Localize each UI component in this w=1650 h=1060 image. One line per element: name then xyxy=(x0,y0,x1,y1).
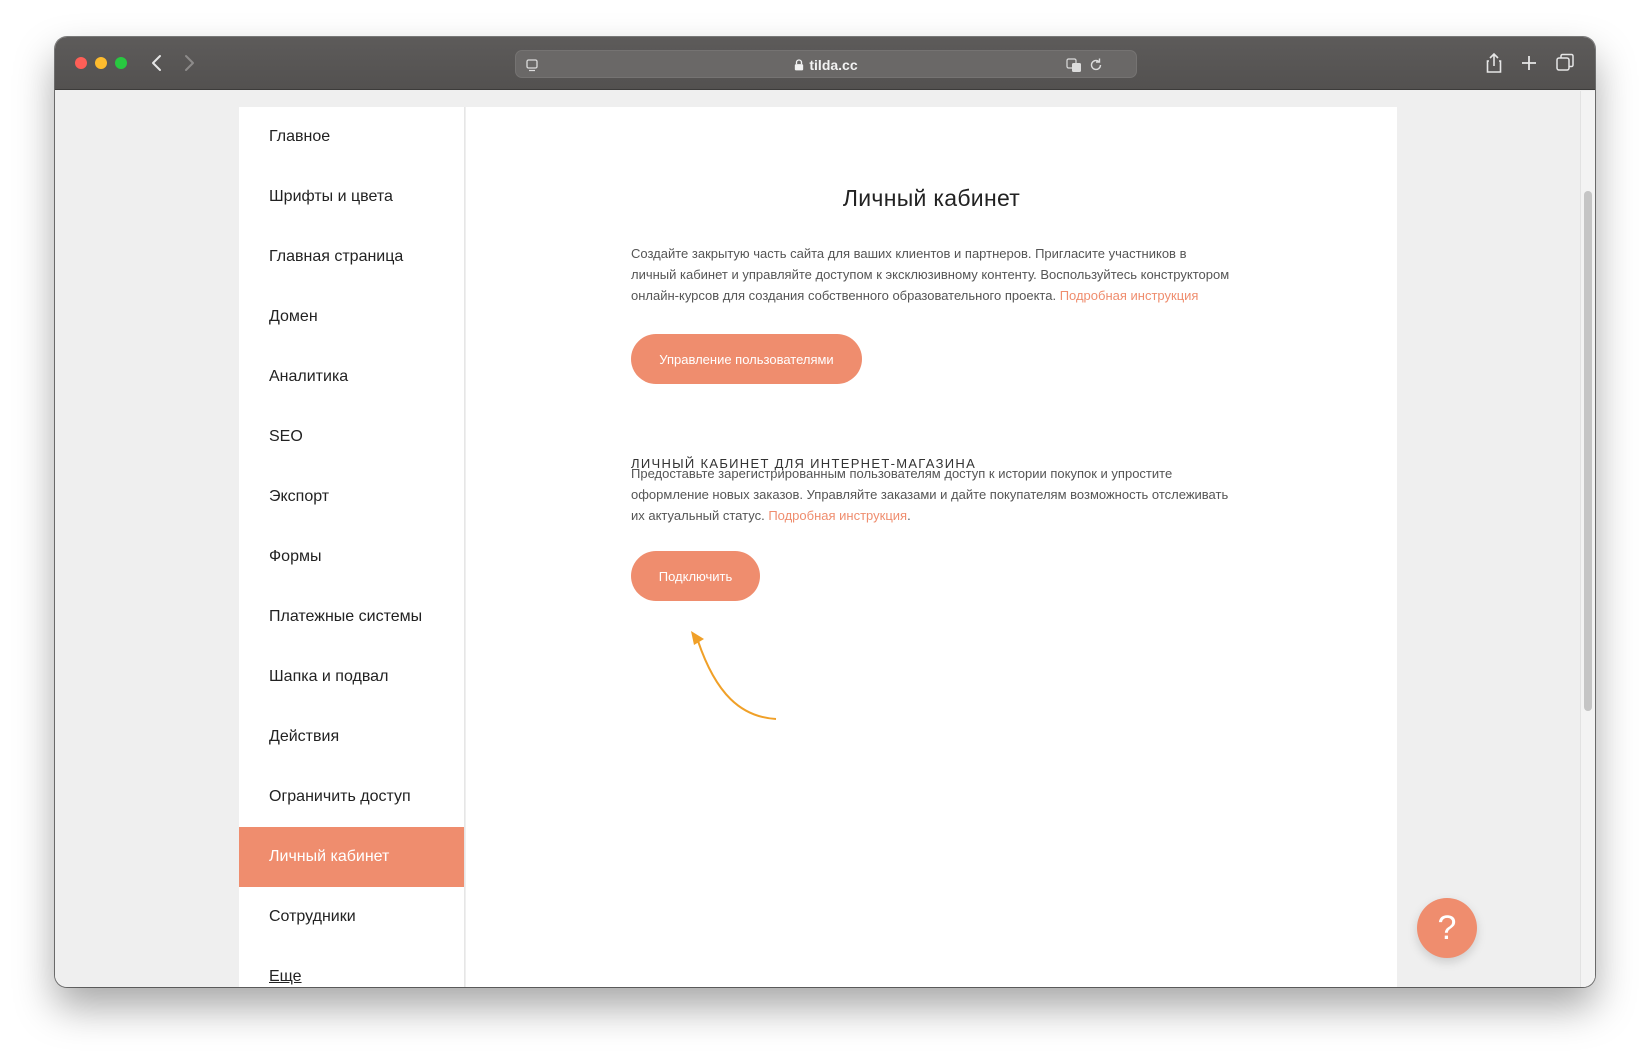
scrollbar-thumb[interactable] xyxy=(1584,191,1592,711)
chevron-right-icon xyxy=(185,55,194,71)
plus-icon[interactable] xyxy=(1515,49,1543,77)
intro-text: Создайте закрытую часть сайта для ваших … xyxy=(631,243,1231,306)
close-window-button[interactable] xyxy=(75,57,87,69)
browser-window: tilda.cc Главное Шрифты и цвета Главная ст… xyxy=(55,37,1595,987)
sidebar-item[interactable]: Ограничить доступ xyxy=(239,767,464,827)
minimize-window-button[interactable] xyxy=(95,57,107,69)
url-text: tilda.cc xyxy=(516,57,1136,74)
annotation-arrow-icon xyxy=(691,631,777,720)
sidebar-item[interactable]: Экспорт xyxy=(239,467,464,527)
sidebar-item[interactable]: Личный кабинет xyxy=(239,827,464,887)
shop-instructions-link[interactable]: Подробная инструкция xyxy=(768,508,907,523)
shop-section-text: Предоставьте зарегистрированным пользова… xyxy=(631,463,1231,526)
tabs-icon[interactable] xyxy=(1551,49,1579,77)
sidebar-item[interactable]: Платежные системы xyxy=(239,587,464,647)
manage-users-button[interactable]: Управление пользователями xyxy=(631,334,862,384)
chevron-left-icon xyxy=(152,55,161,71)
sidebar-item[interactable]: Действия xyxy=(239,707,464,767)
share-icon[interactable] xyxy=(1480,49,1508,77)
intro-instructions-link[interactable]: Подробная инструкция xyxy=(1060,288,1199,303)
back-button[interactable] xyxy=(143,49,171,77)
url-label: tilda.cc xyxy=(809,57,858,73)
sidebar-item[interactable]: Еще xyxy=(239,947,464,987)
browser-toolbar: tilda.cc xyxy=(55,37,1595,90)
shop-link-suffix: . xyxy=(907,508,911,523)
zoom-window-button[interactable] xyxy=(115,57,127,69)
translate-icon[interactable] xyxy=(1064,55,1084,75)
connect-button[interactable]: Подключить xyxy=(631,551,760,601)
sidebar-item[interactable]: Главная страница xyxy=(239,227,464,287)
page-scrollbar[interactable] xyxy=(1580,91,1595,987)
sidebar-item[interactable]: Главное xyxy=(239,107,464,167)
page-title: Личный кабинет xyxy=(842,185,1021,211)
sidebar-item[interactable]: Сотрудники xyxy=(239,887,464,947)
shop-section-body: Предоставьте зарегистрированным пользова… xyxy=(631,466,1229,523)
lock-icon xyxy=(794,58,804,74)
sidebar-item[interactable]: Домен xyxy=(239,287,464,347)
sidebar-item[interactable]: SEO xyxy=(239,407,464,467)
sidebar-item[interactable]: Шрифты и цвета xyxy=(239,167,464,227)
sidebar-item[interactable]: Аналитика xyxy=(239,347,464,407)
settings-sidebar: Главное Шрифты и цвета Главная страница Дом… xyxy=(239,107,465,987)
sidebar-item[interactable]: Формы xyxy=(239,527,464,587)
main-content: Личный кабинет Создайте закрытую часть с… xyxy=(466,107,1397,987)
address-bar[interactable]: tilda.cc xyxy=(515,50,1137,78)
reload-icon[interactable] xyxy=(1086,55,1106,75)
forward-button[interactable] xyxy=(175,49,203,77)
sidebar-item[interactable]: Шапка и подвал xyxy=(239,647,464,707)
page-viewport: Главное Шрифты и цвета Главная страница Дом… xyxy=(55,91,1595,987)
help-button[interactable]: ? xyxy=(1417,898,1477,958)
